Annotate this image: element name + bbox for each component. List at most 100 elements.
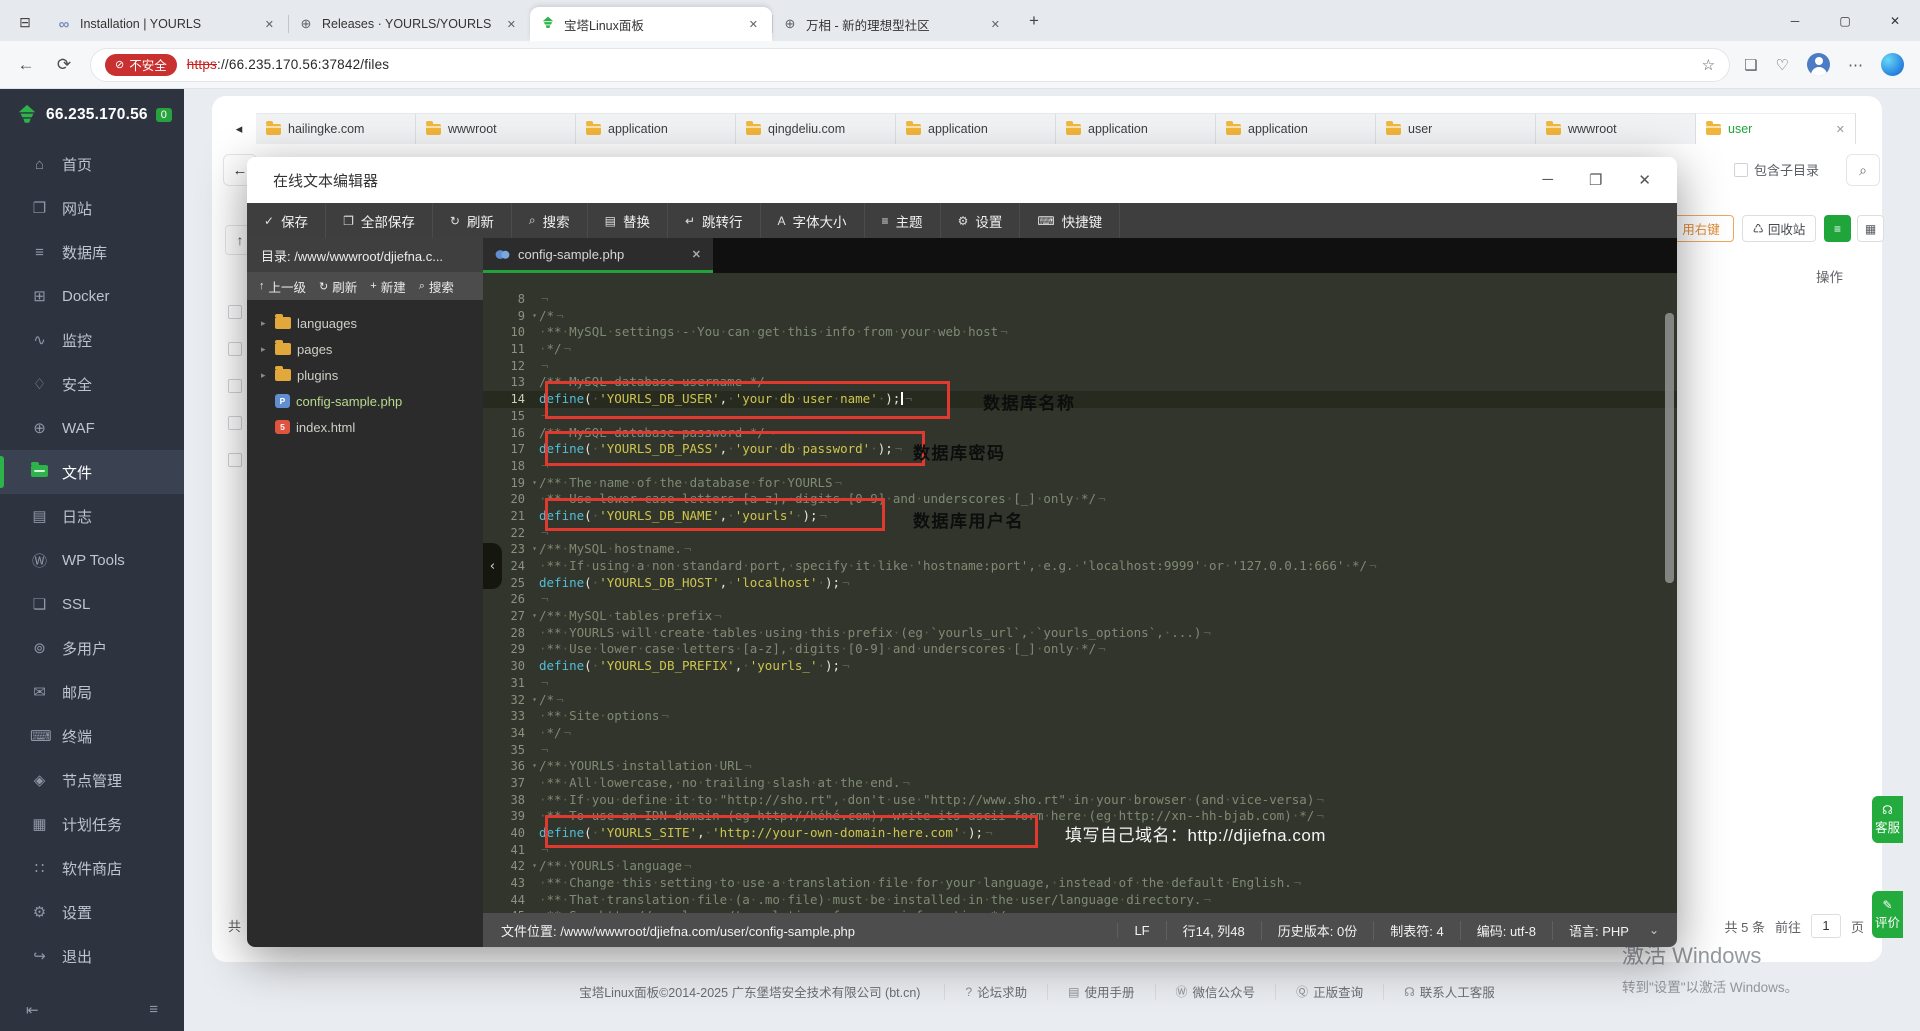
tab-close-icon[interactable]: ✕ bbox=[692, 248, 701, 261]
list-view-button[interactable]: ≡ bbox=[1824, 215, 1851, 242]
customer-service-button[interactable]: ☊ 客服 bbox=[1872, 796, 1903, 844]
split-screen-icon[interactable]: ❏ bbox=[1744, 56, 1757, 74]
sidebar-item-node-manage[interactable]: ◈ 节点管理 bbox=[0, 758, 184, 802]
fm-search-button[interactable]: ⌕ bbox=[1846, 154, 1880, 186]
editor-toolbar-search[interactable]: ⌕ 搜索 bbox=[512, 203, 588, 238]
tabs-scroll-left-icon[interactable]: ◂ bbox=[222, 121, 256, 137]
page-input[interactable]: 1 bbox=[1810, 914, 1841, 938]
tree-toolbar-search[interactable]: ⌕ 搜索 bbox=[419, 277, 454, 296]
sidebar-item-logout[interactable]: ↪ 退出 bbox=[0, 934, 184, 978]
collapse-tree-handle[interactable]: ‹ bbox=[483, 543, 502, 589]
window-close-button[interactable]: ✕ bbox=[1870, 0, 1920, 41]
status-eol[interactable]: LF bbox=[1117, 922, 1165, 938]
status-language[interactable]: 语言: PHP bbox=[1551, 920, 1645, 940]
editor-toolbar-theme[interactable]: ≡ 主题 bbox=[865, 203, 941, 238]
footer-link-wechat[interactable]: Ⓦ 微信公众号 bbox=[1154, 983, 1276, 1000]
path-tab-4[interactable]: application bbox=[896, 113, 1056, 144]
fold-icon[interactable]: ▾ bbox=[532, 608, 537, 625]
sidebar-item-logs[interactable]: ▤ 日志 bbox=[0, 494, 184, 538]
fold-icon[interactable]: ▾ bbox=[532, 758, 537, 775]
modal-close-icon[interactable]: ✕ bbox=[1638, 171, 1651, 189]
tree-item-languages[interactable]: ▸ languages bbox=[247, 310, 483, 336]
fold-icon[interactable]: ▾ bbox=[532, 541, 537, 558]
favorites-icon[interactable]: ♡ bbox=[1776, 56, 1789, 74]
feedback-button[interactable]: ✎ 评价 bbox=[1872, 891, 1903, 939]
row-checkbox-1[interactable] bbox=[228, 342, 242, 356]
status-history[interactable]: 历史版本: 0份 bbox=[1260, 920, 1373, 940]
editor-toolbar-save[interactable]: ✓ 保存 bbox=[247, 203, 327, 238]
tree-toolbar-refresh[interactable]: ↻ 刷新 bbox=[319, 277, 357, 296]
window-minimize-button[interactable]: ─ bbox=[1770, 0, 1820, 41]
editor-toolbar-settings[interactable]: ⚙ 设置 bbox=[941, 203, 1021, 238]
footer-link-manual[interactable]: ▤ 使用手册 bbox=[1047, 983, 1154, 1000]
path-tab-8[interactable]: wwwroot bbox=[1536, 113, 1696, 144]
path-tab-5[interactable]: application bbox=[1056, 113, 1216, 144]
close-icon[interactable]: ✕ bbox=[1836, 123, 1845, 136]
sidebar-item-ssl[interactable]: ❏ SSL bbox=[0, 582, 184, 626]
tab-close-icon[interactable]: ✕ bbox=[745, 16, 762, 33]
server-identity[interactable]: 66.235.170.56 0 bbox=[0, 89, 184, 132]
tab-list-icon[interactable]: ⊟ bbox=[8, 7, 42, 37]
editor-scrollbar[interactable] bbox=[1665, 313, 1674, 583]
sidebar-item-multi-user[interactable]: ⊚ 多用户 bbox=[0, 626, 184, 670]
tree-item-config-sample.php[interactable]: Pconfig-sample.php bbox=[247, 388, 483, 414]
message-count-badge[interactable]: 0 bbox=[155, 108, 172, 122]
sidebar-item-mail[interactable]: ✉ 邮局 bbox=[0, 670, 184, 714]
sidebar-item-monitor[interactable]: ∿ 监控 bbox=[0, 318, 184, 362]
more-menu-icon[interactable]: ⋯ bbox=[1848, 56, 1863, 74]
tree-toolbar-new[interactable]: + 新建 bbox=[370, 277, 405, 296]
code-area[interactable]: 8 ¬ 9 ▾/* ¬ 10 ·**·MySQL·settings·-·You·can·ge… bbox=[483, 273, 1677, 913]
sidebar-item-app-store[interactable]: ∷ 软件商店 bbox=[0, 846, 184, 890]
status-encoding[interactable]: 编码: utf-8 bbox=[1459, 920, 1552, 940]
sidebar-item-home[interactable]: ⌂ 首页 bbox=[0, 142, 184, 186]
row-checkbox-2[interactable] bbox=[228, 379, 242, 393]
copilot-icon[interactable] bbox=[1881, 53, 1904, 76]
browser-tab-1[interactable]: ⊕ Releases · YOURLS/YOURLS ✕ bbox=[288, 7, 530, 41]
footer-link-license-check[interactable]: Ⓠ 正版查询 bbox=[1275, 983, 1383, 1000]
sidebar-item-site[interactable]: ❐ 网站 bbox=[0, 186, 184, 230]
path-tab-7[interactable]: user bbox=[1376, 113, 1536, 144]
caret-icon[interactable]: ▸ bbox=[261, 370, 269, 381]
status-cursor-position[interactable]: 行14, 列48 bbox=[1165, 920, 1261, 940]
refresh-icon[interactable]: ⟳ bbox=[52, 55, 76, 75]
tree-item-plugins[interactable]: ▸ plugins bbox=[247, 362, 483, 388]
security-badge[interactable]: ⊘ 不安全 bbox=[105, 53, 177, 76]
footer-link-forum-help[interactable]: ? 论坛求助 bbox=[944, 983, 1047, 1000]
language-dropdown-icon[interactable]: ⌄ bbox=[1645, 923, 1659, 937]
browser-tab-2[interactable]: 宝塔Linux面板 ✕ bbox=[530, 7, 772, 41]
tab-close-icon[interactable]: ✕ bbox=[987, 16, 1004, 33]
path-tab-6[interactable]: application bbox=[1216, 113, 1376, 144]
row-checkbox-3[interactable] bbox=[228, 416, 242, 430]
sidebar-item-waf[interactable]: ⊕ WAF bbox=[0, 406, 184, 450]
sidebar-item-security[interactable]: ♢ 安全 bbox=[0, 362, 184, 406]
window-maximize-button[interactable]: ▢ bbox=[1820, 0, 1870, 41]
fold-icon[interactable]: ▾ bbox=[532, 858, 537, 875]
editor-toolbar-goto-line[interactable]: ↵ 跳转行 bbox=[668, 203, 761, 238]
sidebar-item-wp-tools[interactable]: Ⓦ WP Tools bbox=[0, 538, 184, 582]
modal-minimize-icon[interactable]: ─ bbox=[1542, 171, 1553, 189]
path-tab-3[interactable]: qingdeliu.com bbox=[736, 113, 896, 144]
grid-view-button[interactable]: ▦ bbox=[1857, 215, 1884, 242]
editor-toolbar-refresh[interactable]: ↻ 刷新 bbox=[433, 203, 512, 238]
tree-toolbar-up-level[interactable]: ↑ 上一级 bbox=[259, 277, 306, 296]
fold-icon[interactable]: ▾ bbox=[532, 692, 537, 709]
browser-tab-0[interactable]: ∞ Installation | YOURLS ✕ bbox=[46, 7, 288, 41]
sidebar-item-docker[interactable]: ⊞ Docker bbox=[0, 274, 184, 318]
row-checkbox-4[interactable] bbox=[228, 453, 242, 467]
path-tab-0[interactable]: hailingke.com bbox=[256, 113, 416, 144]
tab-close-icon[interactable]: ✕ bbox=[261, 16, 278, 33]
row-checkbox-0[interactable] bbox=[228, 305, 242, 319]
caret-icon[interactable]: ▸ bbox=[261, 318, 269, 329]
editor-toolbar-hotkeys[interactable]: ⌨ 快捷键 bbox=[1020, 203, 1121, 238]
fold-icon[interactable]: ▾ bbox=[532, 308, 537, 325]
bookmark-star-icon[interactable]: ☆ bbox=[1702, 56, 1715, 74]
back-icon[interactable]: ← bbox=[14, 55, 38, 75]
editor-toolbar-save-all[interactable]: ❐ 全部保存 bbox=[326, 203, 433, 238]
menu-list-icon[interactable]: ≡ bbox=[149, 1001, 158, 1019]
sidebar-item-files[interactable]: 文件 bbox=[0, 450, 184, 494]
caret-icon[interactable]: ▸ bbox=[261, 344, 269, 355]
profile-avatar[interactable] bbox=[1807, 53, 1830, 76]
new-tab-button[interactable]: + bbox=[1020, 7, 1048, 35]
sidebar-item-database[interactable]: ≡ 数据库 bbox=[0, 230, 184, 274]
fold-icon[interactable]: ▾ bbox=[532, 475, 537, 492]
